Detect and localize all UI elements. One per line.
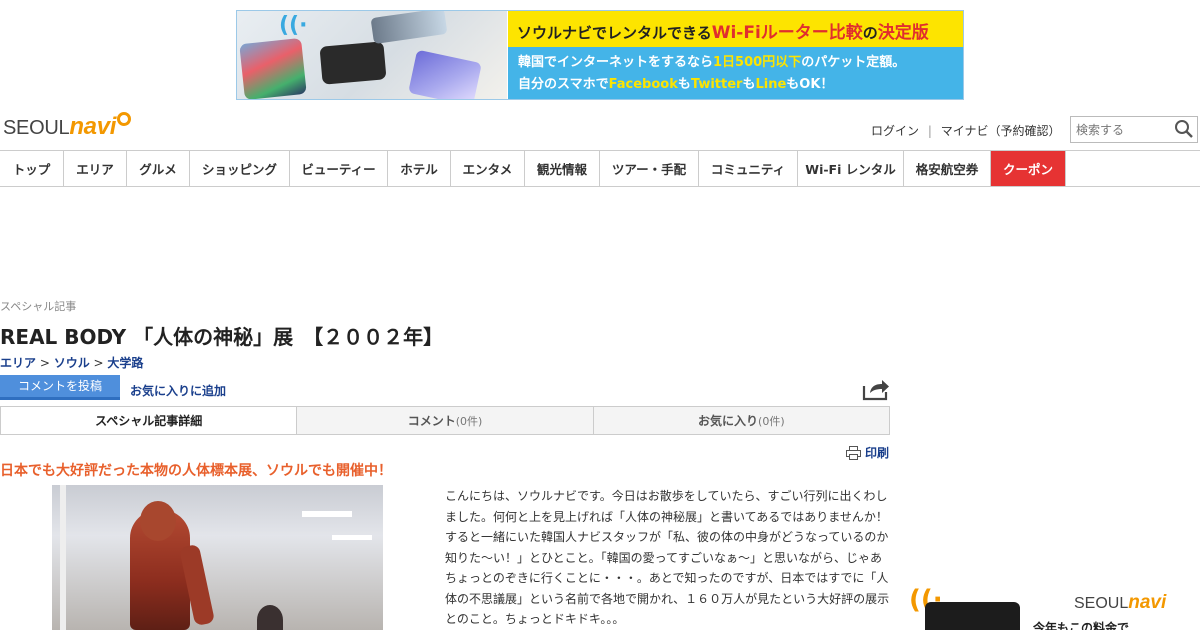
separator: |	[927, 124, 932, 138]
nav-item-1[interactable]: エリア	[64, 151, 127, 186]
nav-item-5[interactable]: ホテル	[388, 151, 451, 186]
side-ad-text: 今年もこの料金で	[1033, 621, 1130, 630]
side-banner-ad[interactable]: ((· SEOULnavi 今年もこの料金で	[903, 585, 1200, 630]
router-image	[925, 602, 1020, 630]
nav-item-2[interactable]: グルメ	[127, 151, 190, 186]
tab-article-detail[interactable]: スペシャル記事詳細	[1, 407, 298, 434]
header-utility-links: ログイン | マイナビ（予約確認）	[871, 122, 1060, 139]
breadcrumb: エリア > ソウル > 大学路	[0, 354, 143, 371]
wifi-icon: ((·	[279, 13, 308, 38]
add-favorite-link[interactable]: お気に入りに追加	[130, 382, 226, 399]
smartphone-image	[408, 49, 482, 99]
post-comment-button[interactable]: コメントを投稿	[0, 375, 120, 400]
nav-item-3[interactable]: ショッピング	[190, 151, 290, 186]
breadcrumb-area[interactable]: エリア	[0, 356, 36, 370]
comment-count: (0件)	[455, 414, 483, 428]
nav-item-10[interactable]: Wi-Fi レンタル	[798, 151, 904, 186]
router-image	[319, 41, 387, 85]
global-nav: トップ エリア グルメ ショッピング ビューティー ホテル エンタメ 観光情報 ツアー・手配 コミ…	[0, 150, 1200, 187]
nav-item-8[interactable]: ツアー・手配	[600, 151, 699, 186]
breadcrumb-separator: >	[89, 356, 108, 370]
tab-comments[interactable]: コメント (0件)	[297, 407, 594, 434]
logo-mark-icon	[117, 112, 132, 126]
nav-item-6[interactable]: エンタメ	[451, 151, 525, 186]
search-icon[interactable]	[1174, 119, 1194, 139]
breadcrumb-seoul[interactable]: ソウル	[54, 356, 90, 370]
wifi-rental-banner-ad[interactable]: ((· ソウルナビでレンタルできるWi-Fiルーター比較の決定版 韓国でインター…	[236, 10, 964, 100]
nav-item-11[interactable]: 格安航空券	[904, 151, 991, 186]
page-title: REAL BODY 「人体の神秘」展 【２００２年】	[0, 325, 444, 349]
search-box	[1070, 116, 1198, 143]
article-photo	[52, 485, 383, 630]
share-icon[interactable]	[862, 377, 890, 401]
article-category: スペシャル記事	[0, 300, 77, 313]
nav-item-0[interactable]: トップ	[0, 151, 64, 186]
smartphone-image	[239, 37, 307, 99]
site-logo[interactable]: SEOULnavi	[3, 112, 132, 141]
breadcrumb-daehakro[interactable]: 大学路	[107, 356, 143, 370]
article-headline: 日本でも大好評だった本物の人体標本展、ソウルでも開催中！	[0, 463, 392, 479]
nav-item-9[interactable]: コミュニティ	[699, 151, 798, 186]
article-body: こんにちは、ソウルナビです。今日はお散歩をしていたら、すごい行列に出くわしました…	[445, 489, 890, 626]
side-ad-logo: SEOULnavi	[1074, 592, 1167, 613]
banner-photo: ((·	[237, 11, 507, 99]
breadcrumb-separator: >	[36, 356, 54, 370]
nav-item-7[interactable]: 観光情報	[525, 151, 600, 186]
favorite-count: (0件)	[758, 414, 785, 428]
search-input[interactable]	[1071, 117, 1171, 142]
printer-icon	[846, 446, 861, 460]
nav-item-4[interactable]: ビューティー	[290, 151, 388, 186]
login-link[interactable]: ログイン	[871, 124, 919, 138]
banner-subtext: 韓国でインターネットをするなら1日500円以下のパケット定額。 自分のスマホでF…	[508, 47, 963, 99]
mypage-link[interactable]: マイナビ（予約確認）	[941, 124, 1061, 138]
banner-headline: ソウルナビでレンタルできるWi-Fiルーター比較の決定版	[508, 11, 963, 47]
tab-favorites[interactable]: お気に入り (0件)	[593, 407, 889, 434]
smartphone-image	[370, 11, 448, 45]
nav-item-12[interactable]: クーポン	[991, 151, 1066, 186]
print-button[interactable]: 印刷	[846, 444, 889, 461]
article-tabs: スペシャル記事詳細 コメント (0件) お気に入り (0件)	[0, 406, 890, 435]
print-label: 印刷	[865, 446, 890, 460]
